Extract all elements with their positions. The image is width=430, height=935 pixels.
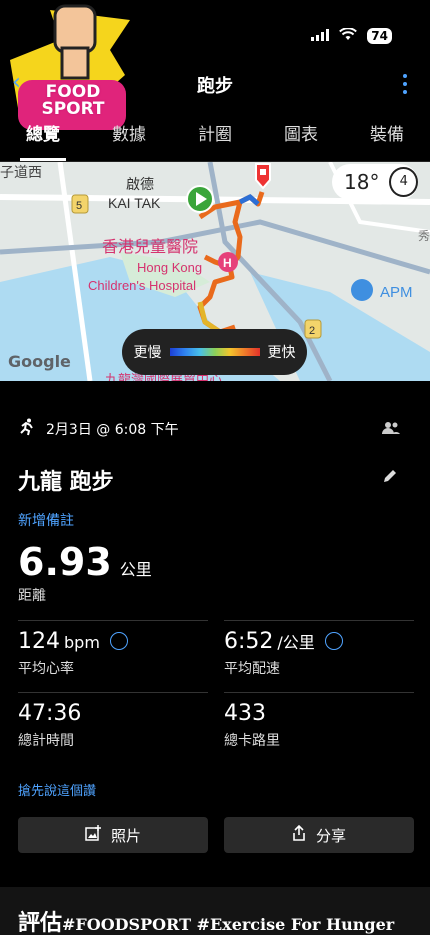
activity-header: 2月3日 @ 6:08 下午 — [18, 418, 179, 440]
rating-title-text: 評估 — [18, 910, 63, 935]
tab-charts[interactable]: 圖表 — [258, 110, 344, 161]
temperature-value: 18° — [344, 170, 380, 194]
stat-label: 總卡路里 — [224, 733, 280, 749]
weather-badge: 18° 4 — [332, 164, 418, 200]
tab-overview[interactable]: 總覽 — [0, 110, 86, 161]
stat-value: 433 — [224, 701, 266, 726]
tab-laps[interactable]: 計圈 — [172, 110, 258, 161]
rating-title: 評估#FOODSPORT #Exercise For Hunger — [18, 905, 412, 935]
add-photo-button[interactable]: 照片 — [18, 817, 208, 853]
tab-data[interactable]: 數據 — [86, 110, 172, 161]
stat-value: 47:36 — [18, 701, 82, 726]
map-route-5: 5 — [76, 200, 82, 212]
distance-value: 6.93 — [18, 540, 112, 584]
stat-label: 平均心率 — [18, 661, 74, 677]
compass-icon[interactable]: 4 — [389, 167, 418, 197]
tab-equipment[interactable]: 裝備 — [344, 110, 430, 161]
tab-bar: 總覽 數據 計圈 圖表 裝備 — [0, 110, 430, 162]
add-note-link[interactable]: 新增備註 — [18, 510, 74, 530]
stat-total-calories: 433 總卡路里 — [224, 692, 414, 750]
stat-label: 平均配速 — [224, 661, 280, 677]
map-label-hospital: 香港兒童醫院 — [102, 237, 198, 256]
stat-value: 124 — [18, 629, 60, 654]
stat-label: 總計時間 — [18, 733, 74, 749]
signal-icon — [311, 26, 330, 45]
pace-legend-slow: 更慢 — [133, 345, 162, 361]
stat-avg-pace: 6:52 /公里 平均配速 — [224, 620, 414, 678]
distance-unit: 公里 — [119, 560, 152, 579]
add-photo-label: 照片 — [110, 826, 141, 845]
distance-label: 距離 — [18, 588, 46, 604]
map-label-road: 子道西 — [0, 164, 42, 180]
people-icon[interactable] — [382, 420, 400, 439]
add-photo-icon — [85, 825, 101, 845]
stat-value: 6:52 — [224, 629, 274, 654]
rating-hashtag: #FOODSPORT #Exercise For Hunger — [62, 915, 395, 934]
edit-pencil-icon[interactable] — [382, 468, 398, 488]
share-button[interactable]: 分享 — [224, 817, 414, 853]
first-to-like-link[interactable]: 搶先說這個讚 — [18, 780, 96, 799]
activity-datetime: 2月3日 @ 6:08 下午 — [46, 422, 179, 438]
more-options-icon[interactable] — [402, 74, 408, 96]
rating-section: 評估#FOODSPORT #Exercise For Hunger — [0, 887, 430, 935]
google-attribution: Google — [8, 352, 71, 371]
pace-legend-fast: 更快 — [267, 345, 296, 361]
map-label-apm: APM — [380, 284, 413, 301]
activity-title: 九龍 跑步 — [18, 470, 114, 495]
status-icons: 74 — [311, 26, 392, 45]
distance-block: 6.93 公里 — [18, 540, 152, 584]
share-label: 分享 — [315, 826, 346, 845]
map-label-right-edge: 秀 — [418, 229, 430, 243]
battery-indicator: 74 — [367, 27, 392, 44]
pace-gradient-bar — [169, 348, 260, 356]
stat-total-time: 47:36 總計時間 — [18, 692, 208, 750]
hospital-marker-icon: H — [223, 256, 232, 270]
map-label-district-en: KAI TAK — [108, 195, 161, 211]
pace-zone-icon[interactable] — [324, 632, 343, 650]
page-title: 跑步 — [197, 76, 233, 97]
stat-unit: /公里 — [277, 633, 315, 652]
share-icon — [292, 824, 306, 845]
running-icon — [18, 418, 36, 440]
stat-avg-heart-rate: 124 bpm 平均心率 — [18, 620, 208, 678]
map-label-district: 啟德 — [126, 176, 154, 192]
map-route-2: 2 — [309, 325, 315, 337]
wifi-icon — [339, 26, 358, 45]
stat-unit: bpm — [64, 633, 100, 652]
pace-legend: 更慢 更快 — [122, 329, 307, 375]
heart-rate-zone-icon[interactable] — [109, 632, 128, 650]
map-label-hospital-en-2: Children's Hospital — [88, 278, 196, 293]
map-label-hospital-en-1: Hong Kong — [137, 260, 202, 275]
